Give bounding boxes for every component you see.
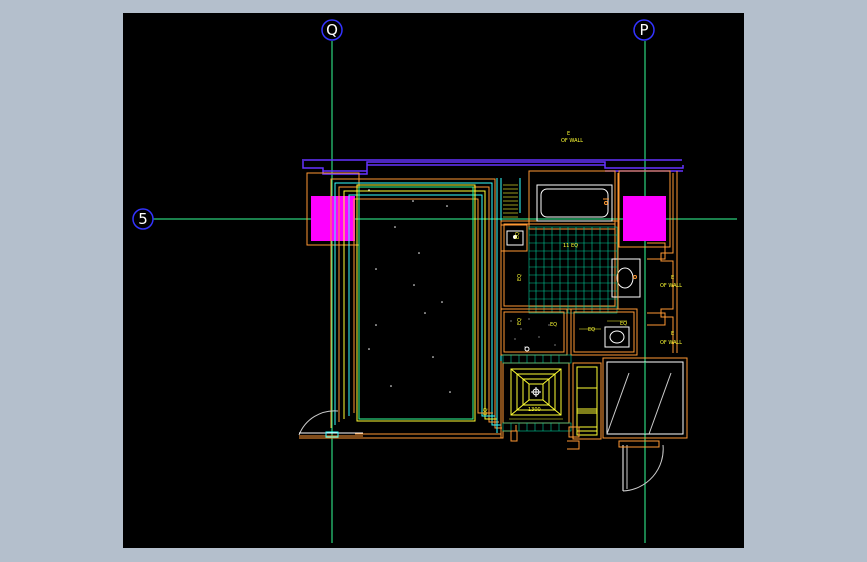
foyer-ceiling — [502, 362, 570, 424]
svg-text:E: E — [671, 275, 674, 281]
svg-text:E: E — [567, 131, 570, 137]
floor-plan-drawing: Q P 5 11 EQ EQ EQ EQ EQ EQ EQ EQ E OF WA… — [132, 19, 737, 543]
entry-corridor — [602, 357, 688, 439]
entry-door-bottom — [618, 440, 664, 492]
wall-annotation-right-2: E OF WALL — [660, 331, 682, 346]
svg-text:E: E — [671, 331, 674, 337]
svg-text:OF WALL: OF WALL — [660, 283, 682, 289]
foyer-dimension: 1300 — [528, 407, 541, 413]
grid-bubble-5: 5 — [132, 208, 154, 230]
exterior-walls — [302, 159, 684, 175]
toilet-room — [570, 308, 638, 356]
bathroom-tile-grid — [528, 226, 618, 314]
svg-text:5: 5 — [138, 210, 148, 228]
wall-annotation-right-1: E OF WALL — [660, 275, 682, 289]
svg-text:EQ: EQ — [515, 232, 521, 239]
room-dots — [368, 189, 451, 393]
svg-text:EQ: EQ — [483, 408, 489, 415]
svg-text:EQ: EQ — [517, 274, 523, 281]
closet-door-stubs — [576, 408, 598, 432]
grid-bubble-p: P — [633, 19, 655, 41]
svg-text:EQ: EQ — [588, 327, 595, 333]
svg-text:EQ: EQ — [620, 321, 627, 327]
svg-text:EQ: EQ — [550, 322, 557, 328]
svg-text:Q: Q — [326, 21, 338, 39]
bathtub — [536, 184, 613, 222]
column-left — [311, 196, 355, 241]
living-room-outline — [330, 178, 502, 429]
grid-bubble-q: Q — [321, 19, 343, 41]
cad-viewport[interactable]: Q P 5 11 EQ EQ EQ EQ EQ EQ EQ EQ E OF WA… — [123, 13, 744, 548]
bathroom-walls — [500, 170, 619, 310]
svg-text:OF WALL: OF WALL — [561, 138, 583, 144]
svg-text:OF WALL: OF WALL — [660, 340, 682, 346]
toilet — [604, 326, 630, 348]
bath-dimension: 11 EQ — [563, 243, 578, 249]
svg-text:P: P — [639, 21, 648, 39]
wall-annotation-top: E OF WALL — [561, 131, 583, 144]
column-right — [623, 196, 666, 241]
svg-text:EQ: EQ — [517, 318, 523, 325]
louvre-lines — [503, 184, 518, 222]
